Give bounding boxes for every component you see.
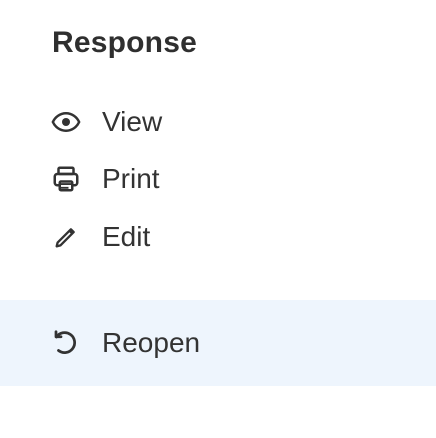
menu-item-reopen[interactable]: Reopen — [0, 300, 436, 386]
pencil-icon — [50, 221, 82, 253]
menu-item-label: Edit — [102, 221, 151, 252]
menu-item-edit[interactable]: Edit — [0, 206, 436, 268]
panel-title: Response — [52, 26, 197, 59]
menu-item-label: Reopen — [102, 327, 201, 358]
menu-item-label: View — [102, 106, 163, 137]
eye-icon — [50, 106, 82, 138]
response-panel: Response View Print Edit Reopen — [0, 0, 436, 438]
menu-item-label: Print — [102, 163, 160, 194]
printer-icon — [50, 163, 82, 195]
undo-icon — [50, 327, 82, 359]
menu-item-view[interactable]: View — [0, 91, 436, 153]
menu-item-print[interactable]: Print — [0, 148, 436, 210]
